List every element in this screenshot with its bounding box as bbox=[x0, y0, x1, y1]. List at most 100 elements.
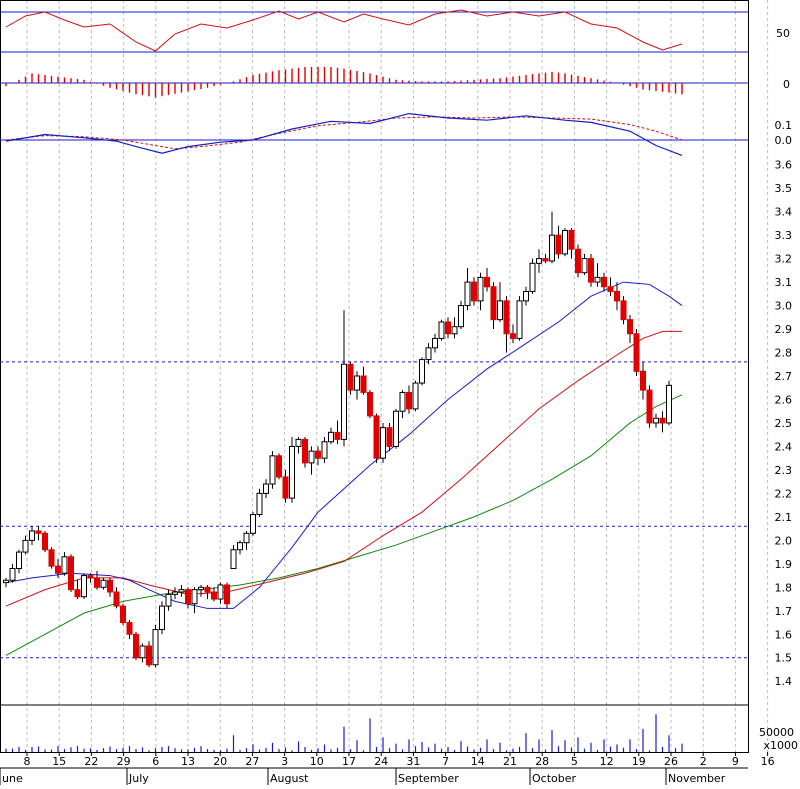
candle-body bbox=[35, 530, 42, 534]
price-tick-label: 2.3 bbox=[775, 464, 793, 477]
candle-body bbox=[237, 542, 243, 551]
candle-body bbox=[581, 258, 588, 274]
price-tick-label: 3.4 bbox=[775, 206, 793, 219]
histogram-axis-label: 0 bbox=[783, 78, 790, 91]
price-tick-label: 1.7 bbox=[775, 605, 793, 618]
date-tick-label: 20 bbox=[213, 755, 227, 768]
date-tick-label: 3 bbox=[281, 755, 288, 768]
candle-body bbox=[74, 589, 81, 598]
candle-body bbox=[328, 431, 334, 443]
candle-body bbox=[308, 450, 315, 464]
plot-frame bbox=[0, 0, 749, 753]
candle-body bbox=[185, 589, 191, 605]
candle-body bbox=[464, 281, 471, 307]
candle-body bbox=[198, 586, 204, 591]
candle-body bbox=[666, 384, 672, 424]
candle-body bbox=[659, 417, 666, 424]
candle-body bbox=[347, 363, 354, 391]
candle-body bbox=[61, 556, 68, 574]
macd-line bbox=[5, 112, 683, 156]
candle-body bbox=[224, 584, 230, 605]
candle-body bbox=[126, 622, 133, 635]
price-tick-label: 2.5 bbox=[775, 417, 793, 430]
month-label: July bbox=[128, 772, 149, 785]
candle-body bbox=[458, 305, 464, 328]
candle-body bbox=[191, 589, 198, 605]
date-tick-label: 12 bbox=[600, 755, 614, 768]
date-tick-label: 15 bbox=[52, 755, 66, 768]
candle-body bbox=[360, 375, 367, 393]
candle-body bbox=[100, 579, 107, 588]
date-tick-label: 7 bbox=[442, 755, 449, 768]
candle-body bbox=[243, 532, 250, 544]
date-tick-label: 29 bbox=[117, 755, 131, 768]
candle-body bbox=[113, 591, 120, 607]
candle-body bbox=[172, 591, 178, 595]
candle-body bbox=[42, 532, 48, 551]
date-tick-label: 22 bbox=[84, 755, 98, 768]
candle-body bbox=[484, 276, 490, 288]
date-tick-label: 10 bbox=[310, 755, 324, 768]
candle-body bbox=[373, 415, 380, 459]
candle-body bbox=[68, 556, 74, 591]
date-tick-label: 27 bbox=[245, 755, 259, 768]
candle-body bbox=[653, 417, 659, 424]
candle-body bbox=[22, 539, 29, 553]
candle-body bbox=[159, 605, 165, 631]
price-tick-label: 1.9 bbox=[775, 558, 793, 571]
price-tick-label: 3.1 bbox=[775, 276, 793, 289]
price-tick-label: 2.1 bbox=[775, 511, 793, 524]
price-tick-label: 3.0 bbox=[775, 300, 793, 313]
candle-body bbox=[334, 431, 341, 440]
candle-body bbox=[451, 326, 458, 335]
date-tick-label: 31 bbox=[406, 755, 420, 768]
month-label: October bbox=[532, 772, 576, 785]
price-tick-label: 2.4 bbox=[775, 440, 793, 453]
candle-body bbox=[81, 575, 87, 598]
date-tick-label: 14 bbox=[471, 755, 485, 768]
candle-body bbox=[627, 319, 633, 335]
candle-body bbox=[529, 262, 536, 292]
candle-body bbox=[536, 258, 542, 264]
date-tick-label: 19 bbox=[632, 755, 646, 768]
candle-body bbox=[503, 300, 510, 335]
rsi-line bbox=[5, 9, 683, 52]
candle-body bbox=[490, 286, 497, 321]
candle-body bbox=[282, 476, 289, 499]
candle-body bbox=[276, 455, 282, 478]
candle-body bbox=[399, 391, 406, 412]
candle-body bbox=[87, 575, 94, 579]
candle-body bbox=[256, 492, 263, 516]
price-tick-label: 2.8 bbox=[775, 347, 793, 360]
candle-body bbox=[646, 389, 653, 424]
volume-unit-label: x1000 bbox=[763, 739, 798, 752]
candle-body bbox=[354, 375, 360, 391]
candle-body bbox=[9, 568, 16, 581]
candle-body bbox=[217, 584, 224, 600]
candle-body bbox=[315, 450, 321, 459]
price-tick-label: 1.5 bbox=[775, 652, 793, 665]
candle-body bbox=[152, 629, 159, 666]
candle-body bbox=[380, 427, 386, 459]
candle-body bbox=[471, 281, 477, 302]
candle-body bbox=[302, 438, 308, 464]
candle-body bbox=[139, 645, 146, 659]
candle-body bbox=[575, 248, 581, 274]
candle-body bbox=[48, 549, 55, 567]
candle-body bbox=[614, 290, 620, 302]
candle-body bbox=[601, 276, 607, 288]
date-tick-label: 8 bbox=[24, 755, 31, 768]
candle-body bbox=[432, 337, 438, 349]
date-tick-label: 16 bbox=[761, 755, 775, 768]
price-tick-label: 3.2 bbox=[775, 253, 793, 266]
candle-body bbox=[516, 300, 523, 339]
candle-body bbox=[419, 359, 425, 384]
candle-body bbox=[562, 229, 568, 255]
candle-body bbox=[386, 427, 393, 447]
price-tick-label: 2.0 bbox=[775, 534, 793, 547]
chart-canvas: 50 0 0.1 0.0 1.4 1.5 1.6 1.7 1.8 1.9 2.0 2.1 2.2 2.3 2… bbox=[0, 0, 798, 785]
month-label: September bbox=[398, 772, 459, 785]
candle-body bbox=[588, 258, 594, 283]
price-tick-label: 2.6 bbox=[775, 393, 793, 406]
candle-body bbox=[230, 549, 237, 570]
